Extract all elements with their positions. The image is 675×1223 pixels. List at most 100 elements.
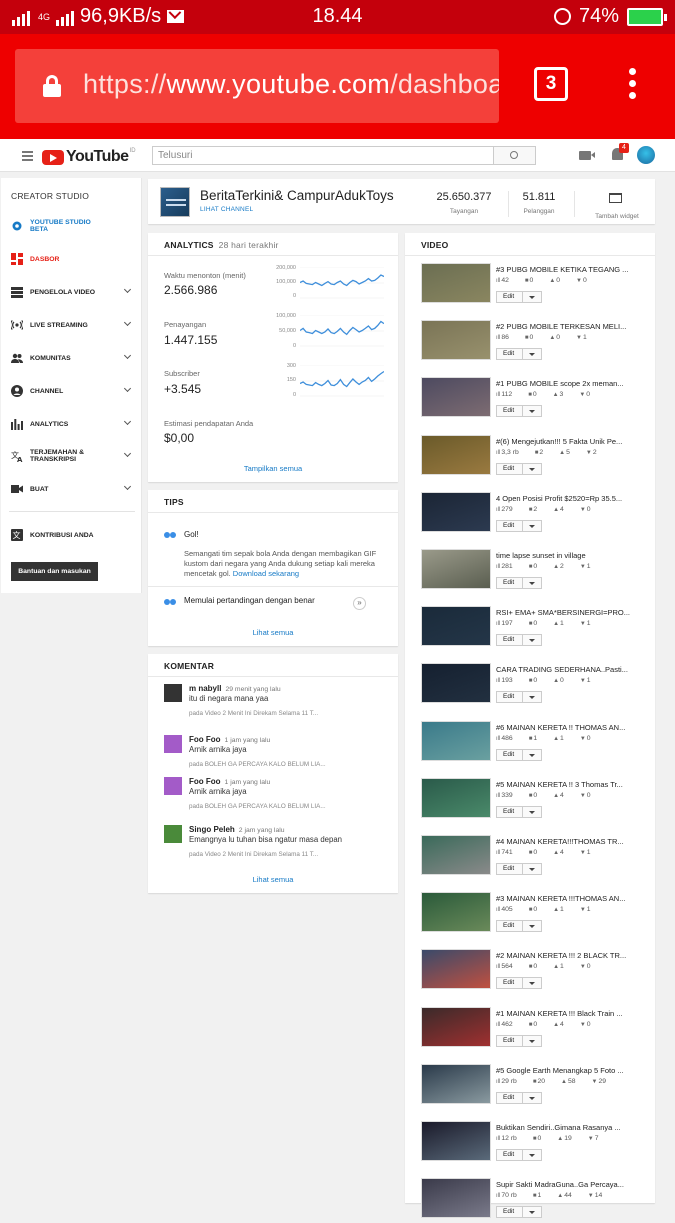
youtube-logo[interactable]: YouTube ID xyxy=(42,148,136,166)
edit-button[interactable]: Edit xyxy=(496,1206,542,1219)
video-title[interactable]: #2 MAINAN KERETA !!! 2 BLACK TR... xyxy=(496,951,636,960)
dropdown-arrow-icon[interactable] xyxy=(529,524,535,528)
video-thumbnail[interactable] xyxy=(421,606,491,647)
sidebar-item-translations[interactable]: 文A TERJEMAHAN & TRANSKRIPSI xyxy=(1,446,142,466)
dropdown-arrow-icon[interactable] xyxy=(529,467,535,471)
video-title[interactable]: #1 PUBG MOBILE scope 2x meman... xyxy=(496,379,636,388)
hamburger-menu-icon[interactable] xyxy=(22,151,33,163)
comment-video-link[interactable]: pada BOLEH GA PERCAYA KALO BELUM LIA... xyxy=(189,803,326,810)
video-thumbnail[interactable] xyxy=(421,1063,491,1104)
search-input[interactable]: Telusuri xyxy=(152,146,494,165)
edit-button[interactable]: Edit xyxy=(496,1091,542,1104)
edit-button[interactable]: Edit xyxy=(496,348,542,361)
tips-see-all-link[interactable]: Lihat semua xyxy=(148,628,398,637)
view-channel-link[interactable]: LIHAT CHANNEL xyxy=(200,206,253,213)
video-title[interactable]: #2 PUBG MOBILE TERKESAN MELI... xyxy=(496,322,636,331)
edit-button[interactable]: Edit xyxy=(496,462,542,475)
sidebar-item-studio-beta[interactable]: YOUTUBE STUDIO BETA xyxy=(1,216,142,236)
account-avatar[interactable] xyxy=(637,146,655,164)
video-title[interactable]: time lapse sunset in village xyxy=(496,551,636,560)
dropdown-arrow-icon[interactable] xyxy=(529,1211,535,1215)
dropdown-arrow-icon[interactable] xyxy=(529,639,535,643)
upload-video-icon[interactable] xyxy=(579,151,595,160)
video-title[interactable]: 4 Open Posisi Profit $2520=Rp 35.5... xyxy=(496,494,636,503)
dropdown-arrow-icon[interactable] xyxy=(529,868,535,871)
download-now-link[interactable]: Download sekarang xyxy=(233,569,299,578)
avatar[interactable] xyxy=(164,684,182,702)
analytics-show-all-link[interactable]: Tampilkan semua xyxy=(148,464,398,473)
comment-author[interactable]: Foo Foo 1 jam yang lalu xyxy=(189,777,270,786)
video-title[interactable]: #3 MAINAN KERETA !!!THOMAS AN... xyxy=(496,894,636,903)
video-title[interactable]: #6 MAINAN KERETA !! THOMAS AN... xyxy=(496,723,636,732)
video-thumbnail[interactable] xyxy=(421,1121,491,1161)
edit-button[interactable]: Edit xyxy=(496,1149,542,1161)
video-title[interactable]: RSI+ EMA+ SMA*BERSINERGI=PRO... xyxy=(496,608,636,617)
address-bar[interactable]: https://www.youtube.com/dashboard xyxy=(15,49,499,123)
expand-tip-chevron-icon[interactable]: » xyxy=(353,597,366,610)
video-thumbnail[interactable] xyxy=(421,1178,491,1219)
video-thumbnail[interactable] xyxy=(421,491,491,532)
subscribers-sparkline[interactable] xyxy=(300,365,384,397)
more-menu-icon[interactable] xyxy=(627,68,637,104)
video-title[interactable]: #5 MAINAN KERETA !! 3 Thomas Tr... xyxy=(496,780,636,789)
dropdown-arrow-icon[interactable] xyxy=(529,582,535,585)
tip-title[interactable]: Memulai pertandingan dengan benar xyxy=(184,596,315,605)
dropdown-arrow-icon[interactable] xyxy=(529,410,535,414)
video-thumbnail[interactable] xyxy=(421,549,491,589)
sidebar-item-contribute[interactable]: 文 KONTRIBUSI ANDA xyxy=(1,525,142,545)
sidebar-item-video-manager[interactable]: PENGELOLA VIDEO xyxy=(1,282,142,302)
avatar[interactable] xyxy=(164,825,182,843)
video-thumbnail[interactable] xyxy=(421,835,491,875)
edit-button[interactable]: Edit xyxy=(496,920,542,933)
video-title[interactable]: #3 PUBG MOBILE KETIKA TEGANG ... xyxy=(496,265,636,274)
video-title[interactable]: #1 MAINAN KERETA !!! Black Train ... xyxy=(496,1009,636,1018)
dropdown-arrow-icon[interactable] xyxy=(529,353,535,357)
video-title[interactable]: #5 Google Earth Menangkap 5 Foto ... xyxy=(496,1066,636,1075)
video-title[interactable]: #(6) Mengejutkan!!! 5 Fakta Unik Pe... xyxy=(496,437,636,446)
sidebar-item-dashboard[interactable]: DASBOR xyxy=(1,249,142,269)
edit-button[interactable]: Edit xyxy=(496,405,542,418)
dropdown-arrow-icon[interactable] xyxy=(529,1154,535,1157)
edit-button[interactable]: Edit xyxy=(496,519,542,532)
video-title[interactable]: Supir Sakti MadraGuna..Ga Percaya... xyxy=(496,1180,636,1189)
comment-video-link[interactable]: pada Video 2 Menit Ini Direkam Selama 11… xyxy=(189,710,318,717)
video-title[interactable]: Buktikan Sendiri..Gimana Rasanya ... xyxy=(496,1123,636,1132)
dropdown-arrow-icon[interactable] xyxy=(529,696,535,700)
video-thumbnail[interactable] xyxy=(421,720,491,761)
edit-button[interactable]: Edit xyxy=(496,634,542,647)
help-feedback-button[interactable]: Bantuan dan masukan xyxy=(11,562,98,581)
sidebar-item-live-streaming[interactable]: LIVE STREAMING xyxy=(1,315,142,335)
comment-video-link[interactable]: pada BOLEH GA PERCAYA KALO BELUM LIA... xyxy=(189,761,326,768)
video-thumbnail[interactable] xyxy=(421,892,491,933)
comments-see-all-link[interactable]: Lihat semua xyxy=(148,875,398,884)
edit-button[interactable]: Edit xyxy=(496,691,542,704)
url-text[interactable]: https://www.youtube.com/dashboard xyxy=(83,69,499,100)
video-thumbnail[interactable] xyxy=(421,263,491,303)
dropdown-arrow-icon[interactable] xyxy=(529,296,535,299)
comment-author[interactable]: Foo Foo 1 jam yang lalu xyxy=(189,735,270,744)
edit-button[interactable]: Edit xyxy=(496,805,542,818)
video-thumbnail[interactable] xyxy=(421,320,491,361)
dropdown-arrow-icon[interactable] xyxy=(529,753,535,757)
tab-switcher-button[interactable]: 3 xyxy=(534,67,568,101)
comment-author[interactable]: Singo Peleh 2 jam yang lalu xyxy=(189,825,285,834)
avatar[interactable] xyxy=(164,735,182,753)
avatar[interactable] xyxy=(164,777,182,795)
search-button[interactable] xyxy=(494,146,536,165)
video-thumbnail[interactable] xyxy=(421,1006,491,1047)
dropdown-arrow-icon[interactable] xyxy=(529,810,535,814)
views-sparkline[interactable] xyxy=(300,315,384,347)
edit-button[interactable]: Edit xyxy=(496,1034,542,1047)
sidebar-item-create[interactable]: BUAT xyxy=(1,479,142,499)
video-thumbnail[interactable] xyxy=(421,949,491,990)
watch-time-sparkline[interactable] xyxy=(300,267,384,299)
comment-video-link[interactable]: pada Video 2 Menit Ini Direkam Selama 11… xyxy=(189,851,318,858)
channel-thumbnail[interactable] xyxy=(160,187,190,217)
video-title[interactable]: CARA TRADING SEDERHANA..Pasti... xyxy=(496,665,636,674)
edit-button[interactable]: Edit xyxy=(496,863,542,875)
dropdown-arrow-icon[interactable] xyxy=(529,925,535,929)
dropdown-arrow-icon[interactable] xyxy=(529,1096,535,1100)
video-thumbnail[interactable] xyxy=(421,663,491,704)
edit-button[interactable]: Edit xyxy=(496,748,542,761)
sidebar-item-channel[interactable]: CHANNEL xyxy=(1,381,142,401)
